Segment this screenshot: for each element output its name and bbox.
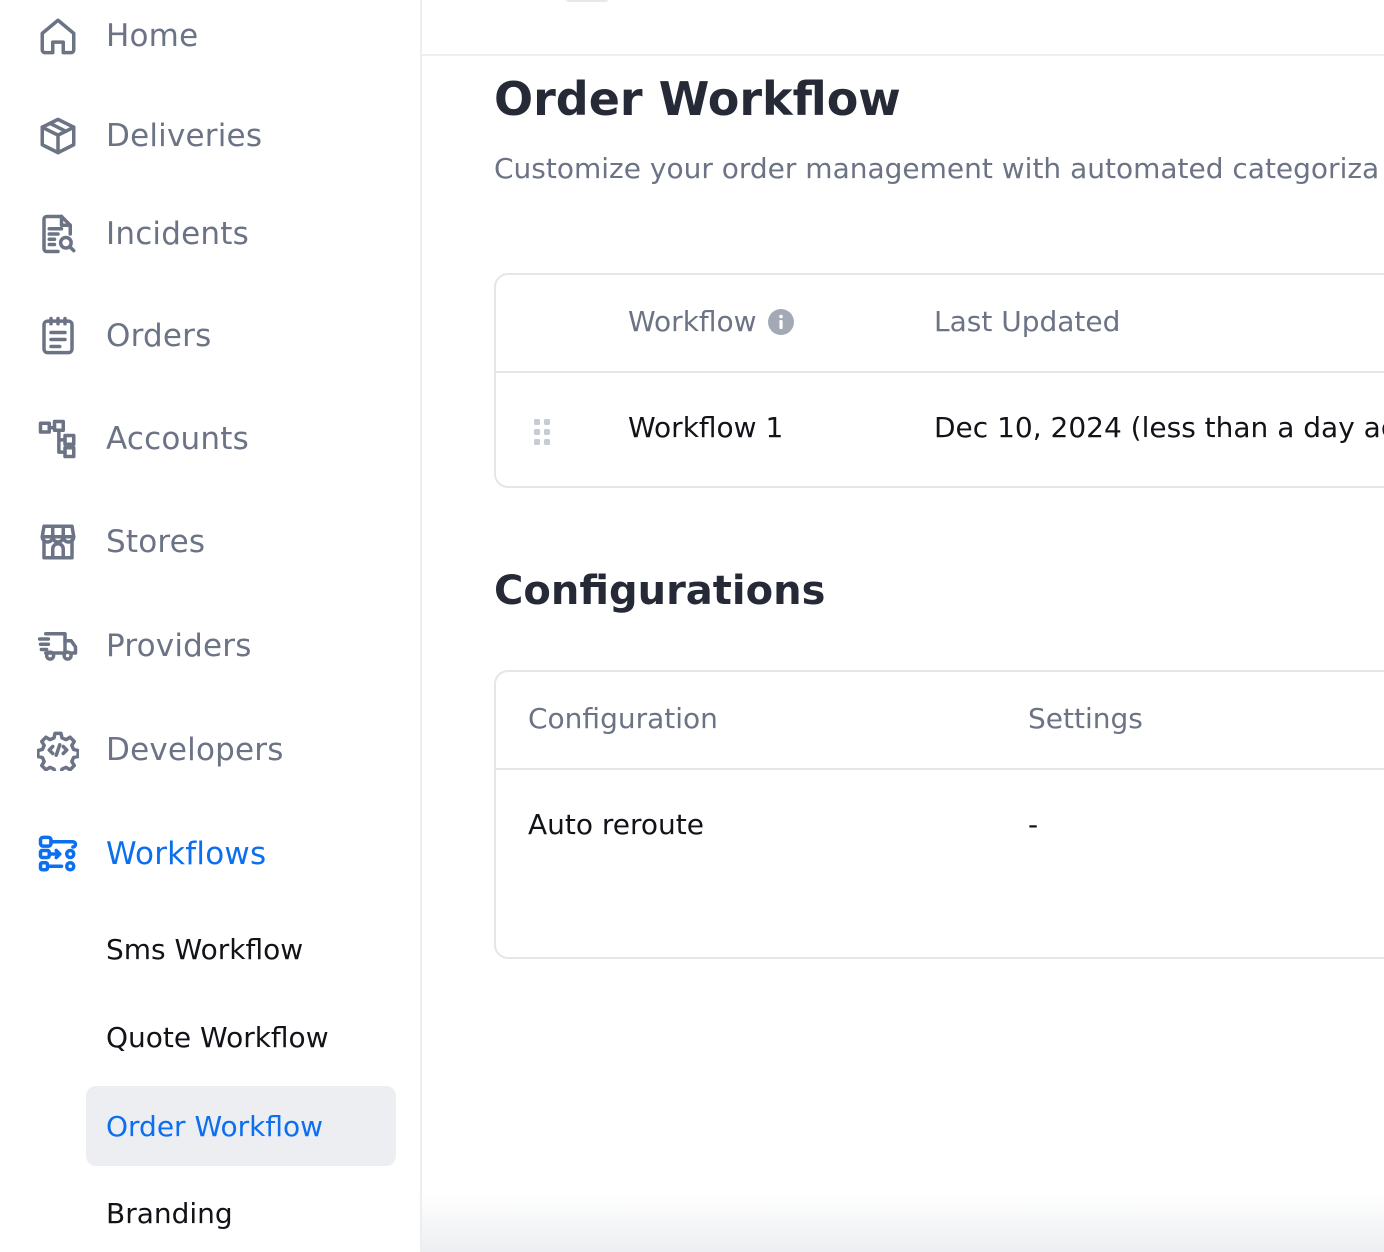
sidebar-subitem-quote-workflow[interactable]: Quote Workflow bbox=[86, 997, 396, 1077]
sidebar-item-stores[interactable]: Stores bbox=[36, 512, 205, 572]
top-bar-control[interactable] bbox=[564, 0, 610, 2]
info-icon[interactable] bbox=[767, 308, 795, 336]
sidebar-item-orders[interactable]: Orders bbox=[36, 306, 211, 366]
hierarchy-icon bbox=[36, 417, 80, 461]
workflow-last-updated: Dec 10, 2024 (less than a day ago bbox=[934, 411, 1384, 444]
workflow-name[interactable]: Workflow 1 bbox=[628, 411, 783, 444]
sidebar-item-label: Accounts bbox=[106, 421, 249, 457]
document-search-icon bbox=[36, 212, 80, 256]
app-root: Home Deliveries Incidents Orders Account bbox=[0, 0, 1384, 1252]
table-header-row: Workflow Last Updated bbox=[496, 275, 1384, 373]
sidebar-subitem-branding[interactable]: Branding bbox=[86, 1173, 396, 1252]
sidebar-item-label: Deliveries bbox=[106, 118, 263, 154]
table-header-row: Configuration Settings bbox=[496, 672, 1384, 770]
sidebar-subitem-label: Order Workflow bbox=[106, 1109, 324, 1143]
page-subtitle: Customize your order management with aut… bbox=[494, 152, 1380, 185]
configurations-table: Configuration Settings Auto reroute - bbox=[494, 670, 1384, 959]
sidebar-item-label: Home bbox=[106, 18, 199, 54]
sidebar-item-label: Incidents bbox=[106, 216, 249, 252]
truck-icon bbox=[36, 624, 80, 668]
sidebar-item-accounts[interactable]: Accounts bbox=[36, 409, 249, 469]
table-row[interactable]: Workflow 1 Dec 10, 2024 (less than a day… bbox=[496, 373, 1384, 484]
sidebar-subitem-label: Sms Workflow bbox=[106, 932, 304, 966]
sidebar-item-workflows[interactable]: Workflows bbox=[36, 824, 266, 884]
column-header-workflow: Workflow bbox=[628, 305, 795, 338]
page-title: Order Workflow bbox=[494, 72, 901, 126]
table-row[interactable]: Auto reroute - bbox=[496, 770, 1384, 955]
sidebar-item-label: Developers bbox=[106, 732, 284, 768]
home-icon bbox=[36, 14, 80, 58]
sidebar-item-label: Workflows bbox=[106, 836, 267, 872]
sidebar-subitem-sms-workflow[interactable]: Sms Workflow bbox=[86, 909, 396, 989]
sidebar-item-home[interactable]: Home bbox=[36, 6, 198, 66]
sidebar-item-label: Providers bbox=[106, 628, 252, 664]
sidebar-item-incidents[interactable]: Incidents bbox=[36, 204, 249, 264]
workflow-icon bbox=[36, 832, 80, 876]
box-icon bbox=[36, 114, 80, 158]
sidebar-item-providers[interactable]: Providers bbox=[36, 616, 252, 676]
clipboard-icon bbox=[36, 314, 80, 358]
sidebar-item-label: Stores bbox=[106, 524, 206, 560]
sidebar-subitem-label: Quote Workflow bbox=[106, 1020, 329, 1054]
column-header-configuration: Configuration bbox=[528, 702, 718, 735]
sidebar-subitem-label: Branding bbox=[106, 1196, 233, 1230]
column-header-label: Workflow bbox=[628, 305, 757, 338]
column-header-last-updated: Last Updated bbox=[934, 305, 1121, 338]
sidebar-item-deliveries[interactable]: Deliveries bbox=[36, 106, 262, 166]
sidebar-item-label: Orders bbox=[106, 318, 212, 354]
configuration-name: Auto reroute bbox=[528, 808, 705, 841]
code-gear-icon bbox=[36, 728, 80, 772]
drag-handle-icon[interactable] bbox=[532, 417, 552, 447]
workflow-table: Workflow Last Updated Workflow 1 Dec 10,… bbox=[494, 273, 1384, 488]
storefront-icon bbox=[36, 520, 80, 564]
sidebar-subitem-order-workflow[interactable]: Order Workflow bbox=[86, 1086, 396, 1166]
top-bar bbox=[422, 0, 1384, 56]
sidebar: Home Deliveries Incidents Orders Account bbox=[0, 0, 422, 1252]
section-title-configurations: Configurations bbox=[494, 568, 826, 614]
column-header-settings: Settings bbox=[1028, 702, 1143, 735]
configuration-settings-value: - bbox=[1028, 808, 1039, 841]
sidebar-item-developers[interactable]: Developers bbox=[36, 720, 284, 780]
bottom-shadow bbox=[422, 1192, 1384, 1252]
